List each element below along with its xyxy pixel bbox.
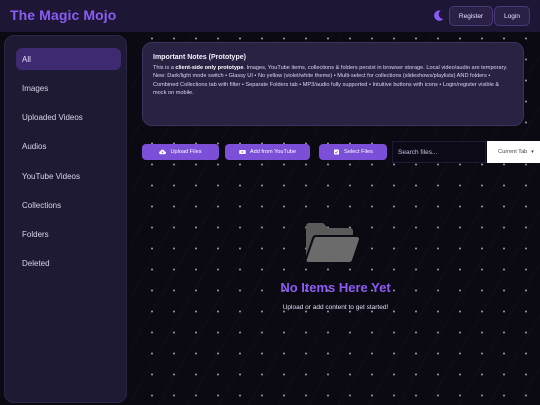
empty-state-subtitle: Upload or add content to get started! <box>282 304 389 311</box>
sidebar-item-collections[interactable]: Collections <box>16 194 121 216</box>
video-icon <box>239 150 246 154</box>
upload-files-button[interactable]: Upload Files <box>142 144 219 160</box>
open-folder-icon <box>306 223 359 263</box>
main-content: Important Notes (Prototype) This is a cl… <box>131 35 540 405</box>
cloud-upload-icon <box>159 149 167 155</box>
sidebar-item-audios[interactable]: Audios <box>16 135 121 157</box>
notes-panel: Important Notes (Prototype) This is a cl… <box>142 42 524 126</box>
notes-title: Important Notes (Prototype) <box>153 54 246 61</box>
notes-line-1-suffix: . Images, YouTube items, collections & f… <box>243 65 508 71</box>
select-files-button[interactable]: Select Files <box>319 144 387 160</box>
checkbox-icon <box>334 149 340 155</box>
add-from-youtube-label: Add from YouTube <box>249 149 297 155</box>
sidebar-item-youtube-videos[interactable]: YouTube Videos <box>16 165 121 187</box>
select-files-label: Select Files <box>344 149 373 155</box>
notes-line-1: This is a client-side only prototype. Im… <box>153 64 513 72</box>
sidebar-item-all[interactable]: All <box>16 48 121 70</box>
chevron-down-icon: ▾ <box>531 149 534 155</box>
login-button[interactable]: Login <box>494 6 530 26</box>
add-from-youtube-button[interactable]: Add from YouTube <box>225 144 310 160</box>
sidebar-item-deleted[interactable]: Deleted <box>16 252 121 274</box>
empty-state-title: No Items Here Yet <box>280 280 391 295</box>
action-bar: Upload Files Add from YouTube Select Fil… <box>142 141 540 163</box>
app-logo[interactable]: The Magic Mojo <box>10 7 116 23</box>
tab-filter-select[interactable]: Current Tab ▾ <box>487 141 540 163</box>
notes-line-2: New: Dark/light mode switch • Glassy UI … <box>153 73 500 96</box>
tab-filter-value: Current Tab <box>498 149 528 155</box>
notes-line-1-prefix: This is a <box>153 65 176 71</box>
top-header: The Magic Mojo Register Login <box>0 0 540 32</box>
moon-icon[interactable] <box>432 9 445 22</box>
register-button[interactable]: Register <box>449 6 493 26</box>
sidebar-item-folders[interactable]: Folders <box>16 223 121 245</box>
sidebar-item-images[interactable]: Images <box>16 77 121 99</box>
sidebar: All Images Uploaded Videos Audios YouTub… <box>4 35 127 403</box>
upload-files-label: Upload Files <box>170 149 202 155</box>
notes-line-1-bold: client-side only prototype <box>175 65 244 71</box>
sidebar-item-uploaded-videos[interactable]: Uploaded Videos <box>16 106 121 128</box>
search-input[interactable] <box>392 141 486 163</box>
